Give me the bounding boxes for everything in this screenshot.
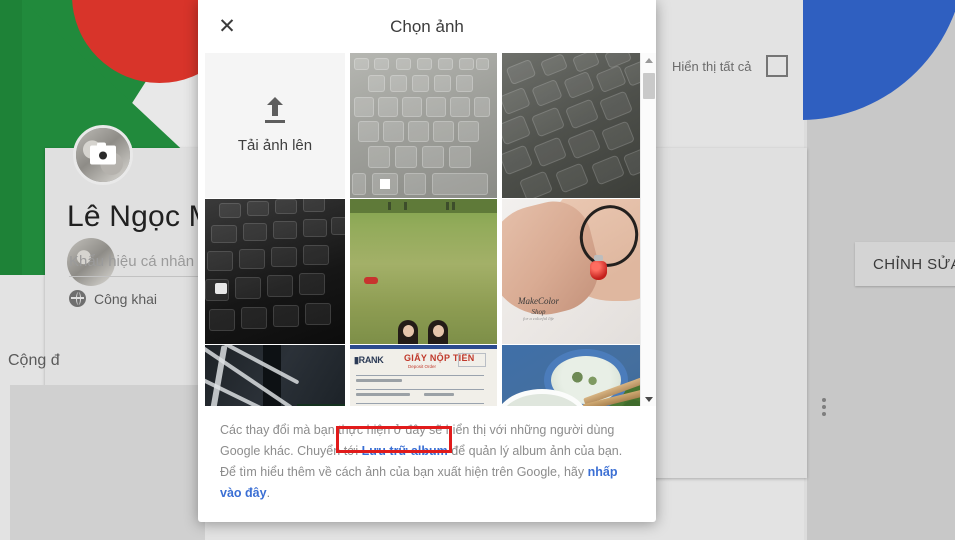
visibility-label: Công khai [94,290,158,307]
scrollbar-track[interactable] [641,67,656,392]
community-section-label: Cộng đ [8,352,60,369]
avatar[interactable] [73,125,133,185]
dialog-body: Tải ảnh lên MakeColor Shop for a colorfu… [198,53,656,406]
kebab-menu-icon[interactable] [822,398,826,416]
scroll-down-arrow-icon[interactable] [641,392,656,406]
camera-icon[interactable] [90,142,116,165]
dialog-header: ✕ Chọn ảnh [198,0,656,53]
scrollbar-thumb[interactable] [643,73,655,99]
upload-photo-label: Tải ảnh lên [237,137,313,154]
photo-grid: Tải ảnh lên MakeColor Shop for a colorfu… [198,53,650,406]
upload-photo-button[interactable]: Tải ảnh lên [205,53,345,198]
photo-grid-scrollbar[interactable] [640,53,656,406]
upload-arrow-icon [263,97,287,123]
edit-profile-button[interactable]: CHỈNH SỬA H [855,242,955,286]
visibility-row[interactable]: Công khai [69,290,157,307]
show-all-control[interactable]: Hiển thị tất cả [672,55,788,77]
photo-thumbnail[interactable]: MakeColor Shop for a colorful life [502,199,650,344]
archive-album-link[interactable]: Lưu trữ album [362,444,448,458]
brand-watermark: MakeColor Shop for a colorful life [518,296,559,322]
photo-thumbnail[interactable] [205,345,345,406]
close-icon[interactable]: ✕ [214,14,240,40]
footer-description: Các thay đổi mà bạn thực hiện ở đây sẽ h… [220,420,634,504]
photo-thumbnail[interactable] [350,199,497,344]
page-title: Lê Ngọc M [67,200,214,233]
footer-text-part3: . [266,486,271,500]
photo-thumbnail[interactable] [502,53,650,198]
globe-icon [69,290,86,307]
community-card[interactable] [10,385,205,540]
photo-thumbnail[interactable] [502,345,650,406]
photo-thumbnail[interactable] [205,199,345,344]
show-all-label: Hiển thị tất cả [672,58,752,74]
scroll-up-arrow-icon[interactable] [641,53,656,67]
photo-thumbnail[interactable]: ▮RANK GIẤY NỘP TIỀN Deposit Order [350,345,497,406]
choose-photo-dialog: ✕ Chọn ảnh Tải ảnh lên MakeColor Shop fo… [198,0,656,522]
screen: Hiển thị tất cả Lê Ngọc M Khẩu hiệu cá n… [0,0,955,540]
show-all-checkbox[interactable] [765,55,788,77]
dialog-title: Chọn ảnh [390,16,464,36]
dialog-footer: Các thay đổi mà bạn thực hiện ở đây sẽ h… [198,406,656,522]
photo-thumbnail[interactable] [350,53,497,198]
blue-swoosh-decoration [803,0,955,190]
